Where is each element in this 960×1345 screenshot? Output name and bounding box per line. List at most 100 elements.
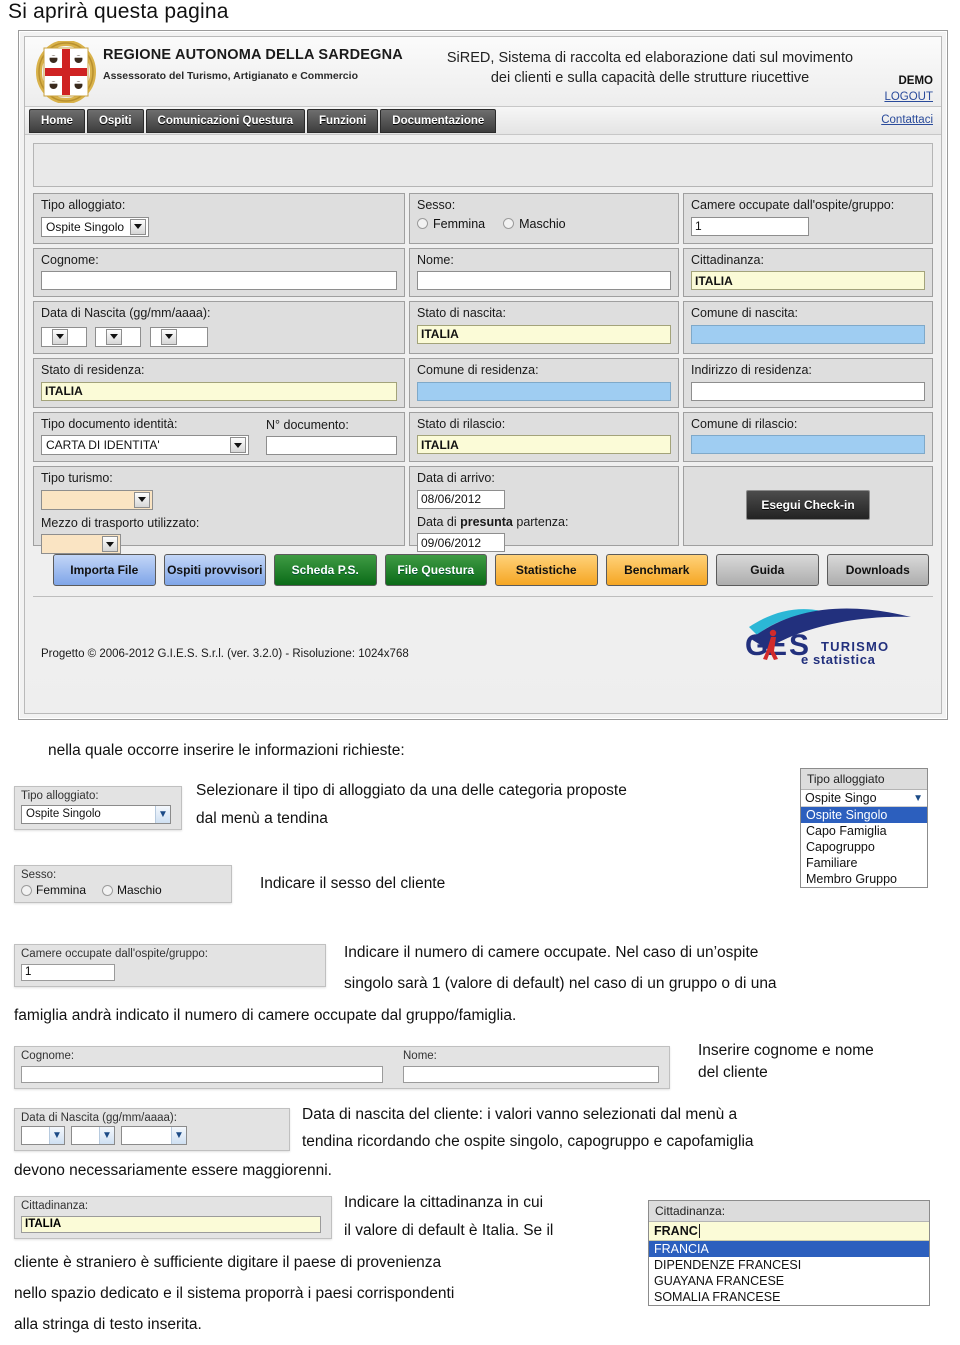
system-title-line2: dei clienti e sulla capacità delle strut… — [490, 69, 810, 86]
chevron-down-icon[interactable] — [52, 328, 68, 345]
button-downloads[interactable]: Downloads — [826, 554, 929, 587]
snippet-radio-maschio[interactable]: Maschio — [102, 883, 162, 897]
button-file-questura[interactable]: File Questura — [384, 554, 487, 587]
cittadinanza-input[interactable] — [691, 271, 925, 291]
mezzo-trasporto-label: Mezzo di trasporto utilizzato: — [41, 515, 200, 530]
chevron-down-icon[interactable]: ▼ — [913, 793, 923, 804]
radio-icon[interactable] — [503, 218, 515, 230]
nav-item-comunicazioni-questura[interactable]: Comunicazioni Questura — [145, 109, 306, 133]
stato-rilascio-input[interactable] — [417, 435, 671, 455]
chevron-down-icon[interactable]: ▼ — [49, 1127, 64, 1144]
snippet-tipo-select[interactable]: Ospite Singolo ▼ — [21, 804, 171, 824]
data-partenza-input[interactable] — [417, 533, 505, 553]
popup-tipo-option-3[interactable]: Familiare — [801, 855, 927, 871]
popup-tipo-closed-value: Ospite Singo — [805, 791, 877, 805]
button-scheda-ps[interactable]: Scheda P.S. — [274, 554, 377, 587]
nav-item-documentazione[interactable]: Documentazione — [380, 109, 497, 133]
comune-nascita-input[interactable] — [691, 324, 925, 344]
stato-residenza-input[interactable] — [41, 381, 397, 401]
radio-icon[interactable] — [417, 218, 428, 230]
snippet-mese-select[interactable]: ▼ — [71, 1126, 115, 1145]
n-documento-input[interactable] — [266, 436, 397, 456]
anno-select[interactable] — [149, 326, 208, 347]
snippet-anno-select[interactable]: ▼ — [121, 1126, 187, 1145]
stato-nascita-input[interactable] — [417, 324, 671, 344]
radio-femmina-label: Femmina — [433, 216, 486, 231]
camere-input[interactable] — [691, 216, 809, 236]
form-row-6: Tipo turismo: Mezzo di trasporto utilizz… — [33, 466, 933, 555]
nome-input[interactable] — [417, 271, 671, 291]
chevron-down-icon[interactable] — [160, 328, 177, 345]
indirizzo-residenza-input[interactable] — [691, 381, 925, 401]
nav-item-funzioni[interactable]: Funzioni — [307, 109, 379, 133]
nav-item-home[interactable]: Home — [29, 109, 85, 133]
stato-nascita-label: Stato di nascita: — [417, 306, 506, 321]
sardinia-coat-of-arms-icon — [35, 40, 97, 104]
snippet-radio-femmina[interactable]: Femmina — [21, 883, 86, 897]
radio-icon[interactable] — [21, 884, 32, 896]
popup-tipo-option-0[interactable]: Ospite Singolo — [801, 807, 927, 823]
guide-camere-line3: famiglia andrà indicato il numero di cam… — [14, 1007, 517, 1024]
button-guida[interactable]: Guida — [716, 554, 819, 587]
chevron-down-icon[interactable] — [230, 437, 246, 454]
chevron-down-icon[interactable]: ▼ — [99, 1127, 114, 1144]
nav-item-ospiti[interactable]: Ospiti — [86, 109, 144, 133]
guide-nascita-line3: devono necessariamente essere maggiorenn… — [14, 1162, 332, 1179]
field-cognome: Cognome: — [33, 247, 405, 298]
tipo-documento-select[interactable]: CARTA DI IDENTITA' — [41, 435, 249, 456]
popup-tipo-option-4[interactable]: Membro Gruppo — [801, 871, 927, 887]
popup-cittadinanza-option-1[interactable]: DIPENDENZE FRANCESI — [649, 1257, 929, 1273]
mese-select[interactable] — [95, 326, 142, 347]
chevron-down-icon[interactable] — [130, 218, 147, 235]
indirizzo-residenza-label: Indirizzo di residenza: — [691, 362, 812, 377]
guide-nascita-line2: tendina ricordando che ospite singolo, c… — [302, 1133, 754, 1151]
giorno-select[interactable] — [41, 326, 87, 347]
contact-link[interactable]: Contattaci — [881, 114, 933, 126]
chevron-down-icon[interactable] — [106, 328, 123, 345]
radio-maschio[interactable]: Maschio — [503, 217, 566, 231]
mezzo-trasporto-select[interactable] — [41, 534, 121, 555]
snippet-nome-label: Nome: — [403, 1050, 437, 1062]
tipo-alloggiato-select[interactable]: Ospite Singolo — [41, 216, 150, 237]
popup-tipo-option-1[interactable]: Capo Famiglia — [801, 823, 927, 839]
snippet-giorno-select[interactable]: ▼ — [21, 1126, 65, 1145]
snippet-camere-input[interactable] — [21, 963, 115, 981]
checkin-cell: Esegui Check-in — [683, 466, 933, 547]
esegui-checkin-button[interactable]: Esegui Check-in — [746, 490, 870, 521]
system-title: SiRED, Sistema di raccolta ed elaborazio… — [415, 49, 885, 88]
radio-femmina[interactable]: Femmina — [417, 217, 485, 231]
button-ospiti-provvisori[interactable]: Ospiti provvisori — [163, 554, 266, 587]
comune-residenza-input[interactable] — [417, 381, 671, 401]
data-partenza-label: Data di presunta partenza: — [417, 515, 671, 531]
snippet-camere: Camere occupate dall'ospite/gruppo: — [14, 944, 326, 987]
tipo-turismo-select[interactable] — [41, 489, 153, 510]
popup-cittadinanza-input[interactable]: FRANC — [649, 1222, 929, 1241]
chevron-down-icon[interactable] — [134, 491, 150, 508]
tipo-documento-value: CARTA DI IDENTITA' — [46, 438, 160, 453]
popup-tipo-alloggiato: Tipo alloggiato Ospite Singo ▼ Ospite Si… — [800, 768, 928, 888]
button-benchmark[interactable]: Benchmark — [605, 554, 708, 587]
snippet-nome: Nome: — [397, 1047, 669, 1088]
logout-link[interactable]: LOGOUT — [884, 91, 933, 103]
guide-citt-line4: nello spazio dedicato e il sistema propo… — [14, 1285, 455, 1302]
popup-tipo-option-2[interactable]: Capogruppo — [801, 839, 927, 855]
comune-rilascio-input[interactable] — [691, 435, 925, 455]
button-statistiche[interactable]: Statistiche — [495, 554, 598, 587]
chevron-down-icon[interactable]: ▼ — [171, 1127, 186, 1144]
chevron-down-icon[interactable] — [102, 536, 118, 553]
cognome-input[interactable] — [41, 271, 397, 291]
snippet-nome-input[interactable] — [403, 1065, 659, 1083]
radio-icon[interactable] — [102, 884, 114, 896]
popup-cittadinanza-option-0[interactable]: FRANCIA — [649, 1241, 929, 1257]
popup-cittadinanza-option-3[interactable]: SOMALIA FRANCESE — [649, 1289, 929, 1305]
snippet-cittadinanza-label: Cittadinanza: — [21, 1200, 89, 1212]
snippet-cognome-input[interactable] — [21, 1065, 383, 1083]
popup-tipo-closed-select[interactable]: Ospite Singo ▼ — [801, 790, 927, 807]
snippet-cittadinanza-input[interactable] — [21, 1215, 321, 1233]
form-row-5: Tipo documento identità: CARTA DI IDENTI… — [33, 411, 933, 463]
chevron-down-icon[interactable]: ▼ — [155, 805, 170, 823]
guide-tipo-line1: Selezionare il tipo di alloggiato da una… — [196, 782, 627, 799]
data-arrivo-input[interactable] — [417, 489, 505, 509]
button-importa-file[interactable]: Importa File — [53, 554, 156, 587]
popup-cittadinanza-option-2[interactable]: GUAYANA FRANCESE — [649, 1273, 929, 1289]
